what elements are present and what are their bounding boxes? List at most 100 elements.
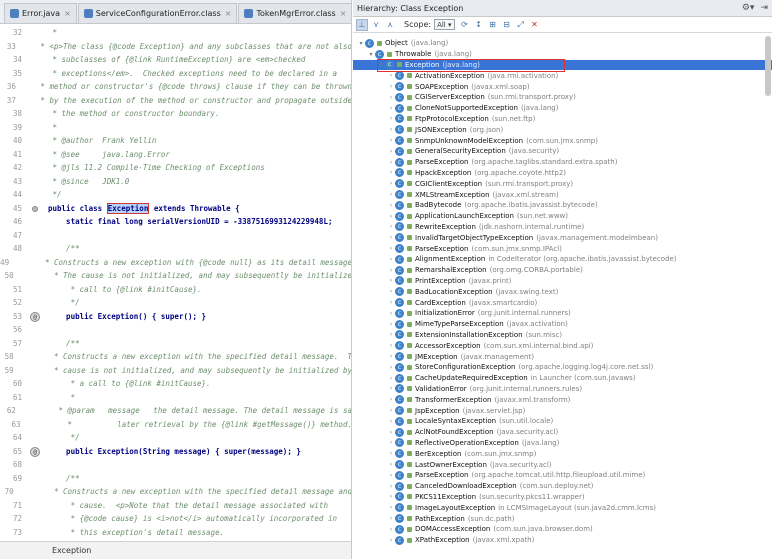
code-line[interactable]: 71 * cause. <p>Note that the detail mess… xyxy=(0,499,351,513)
expand-arrow-icon[interactable]: › xyxy=(387,277,395,284)
scope-dropdown[interactable]: All ▾ xyxy=(434,19,455,30)
code-line[interactable]: 42 * @jls 11.2 Compile-Time Checking of … xyxy=(0,161,351,175)
supertypes-hierarchy-icon[interactable]: ⋎ xyxy=(370,19,382,31)
hierarchy-row[interactable]: › c FtpProtocolException (sun.net.ftp) xyxy=(353,114,772,125)
gutter[interactable] xyxy=(26,499,48,513)
code-line[interactable]: 37 * by the execution of the method or c… xyxy=(0,94,351,108)
code-line[interactable]: 61 * xyxy=(0,391,351,405)
editor-breadcrumb[interactable]: Exception xyxy=(0,541,351,559)
editor-tab[interactable]: ServiceConfigurationError.class × xyxy=(77,3,238,23)
expand-arrow-icon[interactable]: › xyxy=(387,450,395,457)
hierarchy-row[interactable]: › c SOAPException (javax.xml.soap) xyxy=(353,81,772,92)
hierarchy-row[interactable]: › c LastOwnerException (java.security.acl) xyxy=(353,459,772,470)
hierarchy-row[interactable]: › c PrintException (javax.print) xyxy=(353,276,772,287)
expand-arrow-icon[interactable]: › xyxy=(387,180,395,187)
expand-arrow-icon[interactable]: › xyxy=(387,483,395,490)
gutter[interactable] xyxy=(24,418,44,432)
expand-arrow-icon[interactable]: › xyxy=(387,472,395,479)
expand-arrow-icon[interactable]: › xyxy=(387,223,395,230)
code-line[interactable]: 44 */ xyxy=(0,188,351,202)
hierarchy-row[interactable]: › c TransformerException (javax.xml.transfo… xyxy=(353,394,772,405)
expand-arrow-icon[interactable]: › xyxy=(387,342,395,349)
gutter[interactable] xyxy=(26,283,48,297)
code-line[interactable]: 56 xyxy=(0,323,351,337)
hierarchy-row[interactable]: › c StoreConfigurationException (org.apache… xyxy=(353,362,772,373)
gutter[interactable]: @ xyxy=(26,310,48,324)
code-line[interactable]: 64 */ xyxy=(0,431,351,445)
code-line[interactable]: 39 * xyxy=(0,121,351,135)
gutter[interactable] xyxy=(20,40,36,54)
expand-arrow-icon[interactable]: › xyxy=(387,169,395,176)
hierarchy-row[interactable]: › c CardException (javax.smartcardio) xyxy=(353,297,772,308)
hierarchy-row[interactable]: › c ParseException (org.apache.taglibs.stan… xyxy=(353,157,772,168)
hierarchy-row[interactable]: › c ParseException (org.apache.tomcat.util.… xyxy=(353,470,772,481)
gutter[interactable] xyxy=(18,350,32,364)
expand-arrow-icon[interactable]: › xyxy=(387,353,395,360)
expand-arrow-icon[interactable]: › xyxy=(387,504,395,511)
gutter[interactable] xyxy=(26,458,48,472)
highlighted-class-name[interactable]: Exception xyxy=(106,202,150,214)
hierarchy-row[interactable]: › c JspException (javax.servlet.jsp) xyxy=(353,405,772,416)
code-line[interactable]: 63 * later retrieval by the {@link #getM… xyxy=(0,418,351,432)
sort-alpha-icon[interactable]: ↕ xyxy=(473,19,485,31)
expand-arrow-icon[interactable]: › xyxy=(387,202,395,209)
hierarchy-row[interactable]: › c ValidationError (org.junit.internal.run… xyxy=(353,384,772,395)
expand-arrow-icon[interactable]: › xyxy=(387,375,395,382)
expand-arrow-icon[interactable]: › xyxy=(387,126,395,133)
code-line[interactable]: 51 * call to {@link #initCause}. xyxy=(0,283,351,297)
gutter[interactable] xyxy=(26,53,48,67)
gutter[interactable] xyxy=(26,175,48,189)
expand-arrow-icon[interactable]: › xyxy=(387,310,395,317)
hierarchy-row[interactable]: › c RewriteException (jdk.nashorn.internal.… xyxy=(353,222,772,233)
gutter[interactable] xyxy=(20,80,36,94)
expand-arrow-icon[interactable]: › xyxy=(387,94,395,101)
hierarchy-row[interactable]: › c InvalidTargetObjectTypeException (javax… xyxy=(353,232,772,243)
code-line[interactable]: 41 * @see java.lang.Error xyxy=(0,148,351,162)
hierarchy-row[interactable]: › c CacheUpdateRequiredException in Launche… xyxy=(353,373,772,384)
hierarchy-row[interactable]: › c DOMAccessException (com.sun.java.browse… xyxy=(353,524,772,535)
hierarchy-row[interactable]: ▾ c Throwable (java.lang) xyxy=(353,49,772,60)
hierarchy-row[interactable]: › c GeneralSecurityException (java.security… xyxy=(353,146,772,157)
code-line[interactable]: 47 xyxy=(0,229,351,243)
hierarchy-row[interactable]: › c AccessorException (com.sun.xml.internal… xyxy=(353,340,772,351)
gutter[interactable]: @ xyxy=(26,445,48,459)
gutter[interactable] xyxy=(26,512,48,526)
hierarchy-tree[interactable]: ▾ c Object (java.lang) ▾ c Throwable (java.lang… xyxy=(353,36,772,559)
hierarchy-row[interactable]: › c PKCS11Exception (sun.security.pkcs11.wr… xyxy=(353,492,772,503)
code-line[interactable]: 32 * xyxy=(0,26,351,40)
code-line[interactable]: 58 * Constructs a new exception with the… xyxy=(0,350,351,364)
hierarchy-row[interactable]: › c BadBytecode (org.apache.ibatis.javassis… xyxy=(353,200,772,211)
code-line[interactable]: 60 * a call to {@link #initCause}. xyxy=(0,377,351,391)
hierarchy-row[interactable]: › c ImageLayoutException in LCMSImageLayout… xyxy=(353,502,772,513)
gutter[interactable] xyxy=(26,296,48,310)
expand-arrow-icon[interactable]: › xyxy=(387,515,395,522)
gutter[interactable] xyxy=(26,229,48,243)
code-line[interactable]: 49 * Constructs a new exception with {@c… xyxy=(0,256,351,270)
expand-arrow-icon[interactable]: › xyxy=(387,321,395,328)
tree-scrollbar[interactable] xyxy=(765,36,771,96)
hierarchy-row[interactable]: › c MimeTypeParseException (javax.activatio… xyxy=(353,319,772,330)
expand-arrow-icon[interactable]: › xyxy=(387,526,395,533)
hierarchy-row[interactable]: › c XMLStreamException (javax.xml.stream) xyxy=(353,189,772,200)
hierarchy-row[interactable]: › c BadLocationException (javax.swing.text) xyxy=(353,286,772,297)
expand-arrow-icon[interactable]: › xyxy=(387,245,395,252)
gutter[interactable] xyxy=(26,242,48,256)
gutter[interactable] xyxy=(26,215,48,229)
gutter[interactable] xyxy=(26,121,48,135)
hierarchy-row[interactable]: › c ParseException (com.sun.jmx.snmp.IPAcl) xyxy=(353,243,772,254)
code-line[interactable]: 59 * cause is not initialized, and may s… xyxy=(0,364,351,378)
expand-arrow-icon[interactable]: › xyxy=(387,115,395,122)
code-line[interactable]: 36 * method or constructor's {@code thro… xyxy=(0,80,351,94)
expand-arrow-icon[interactable]: › xyxy=(387,137,395,144)
refresh-icon[interactable]: ⟳ xyxy=(459,19,471,31)
gutter[interactable] xyxy=(26,107,48,121)
hide-panel-icon[interactable]: ⇥ xyxy=(760,3,768,13)
gutter[interactable] xyxy=(18,269,32,283)
pin-icon[interactable]: ⤢ xyxy=(515,19,527,31)
gutter[interactable] xyxy=(26,26,48,40)
collapse-arrow-icon[interactable]: ▾ xyxy=(367,51,375,58)
expand-arrow-icon[interactable]: › xyxy=(387,159,395,166)
gutter[interactable] xyxy=(26,526,48,540)
expand-arrow-icon[interactable]: › xyxy=(387,439,395,446)
expand-arrow-icon[interactable]: › xyxy=(387,493,395,500)
